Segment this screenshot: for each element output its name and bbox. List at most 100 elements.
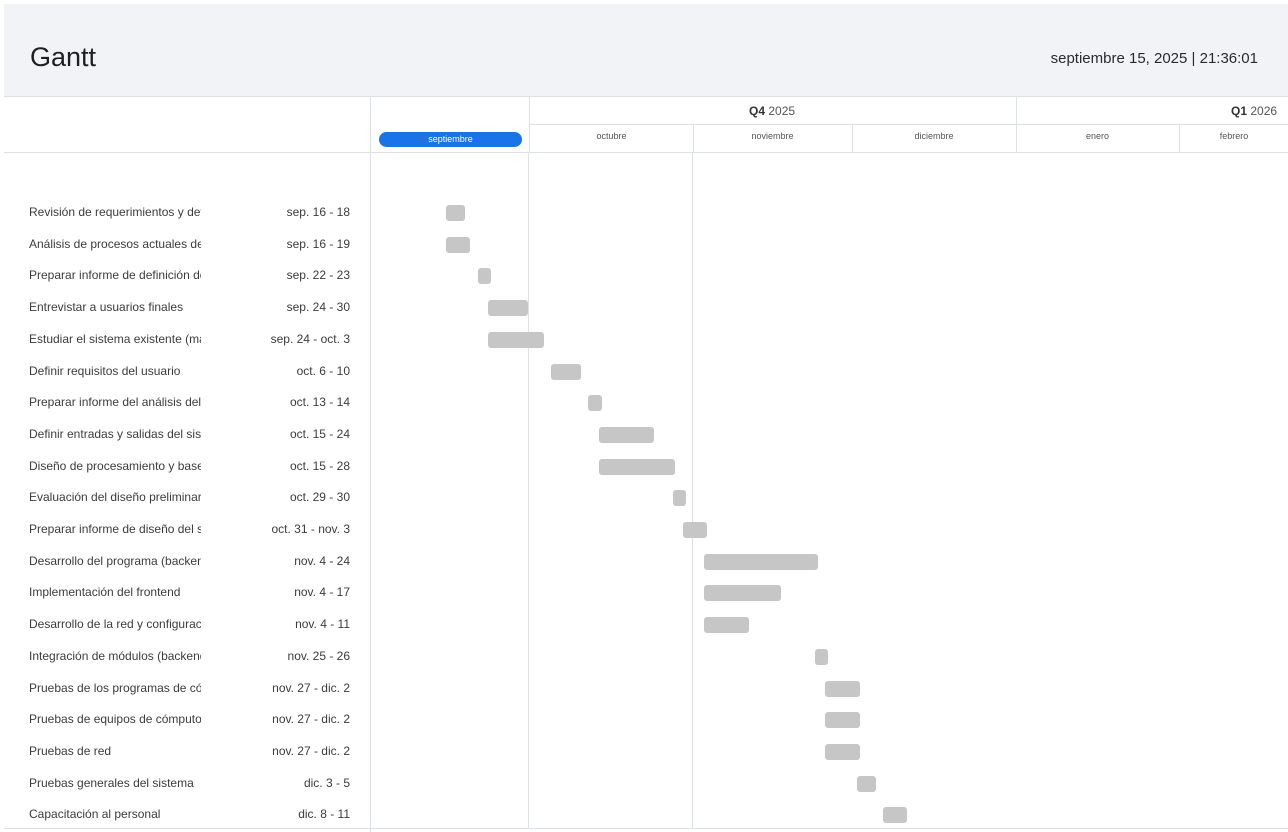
task-dates: sep. 24 - oct. 3 bbox=[270, 331, 350, 346]
task-row[interactable]: Implementación del frontend nov. 4 - 17 bbox=[0, 577, 370, 609]
task-bar[interactable] bbox=[825, 680, 860, 697]
quarter-q1-name: Q1 bbox=[1231, 104, 1248, 118]
task-name[interactable]: Definir entradas y salidas del sistema bbox=[29, 427, 201, 441]
task-bar[interactable] bbox=[477, 268, 491, 285]
task-name[interactable]: Capacitación al personal bbox=[29, 807, 201, 821]
task-dates: oct. 13 - 14 bbox=[289, 395, 350, 410]
task-row[interactable]: Revisión de requerimientos y definición … bbox=[0, 197, 370, 229]
task-name[interactable]: Integración de módulos (backend y fronte… bbox=[29, 649, 201, 663]
quarter-separator bbox=[1016, 97, 1017, 153]
task-row[interactable]: Integración de módulos (backend y fronte… bbox=[0, 641, 370, 673]
app-header: Gantt septiembre 15, 2025 | 21:36:01 bbox=[4, 4, 1288, 97]
task-name[interactable]: Pruebas generales del sistema bbox=[29, 776, 201, 790]
task-bar[interactable] bbox=[704, 585, 781, 602]
quarter-q4-label: Q4 2025 bbox=[749, 104, 795, 118]
task-dates: nov. 27 - dic. 2 bbox=[272, 712, 350, 727]
task-bar[interactable] bbox=[825, 712, 860, 729]
quarter-q1-label: Q1 2026 bbox=[1231, 104, 1277, 118]
task-bar[interactable] bbox=[446, 205, 465, 221]
task-column-divider bbox=[370, 153, 371, 832]
task-dates: nov. 4 - 17 bbox=[294, 585, 350, 600]
task-row[interactable]: Pruebas generales del sistema dic. 3 - 5 bbox=[0, 768, 370, 800]
task-row[interactable]: Definir requisitos del usuario oct. 6 - 1… bbox=[0, 356, 370, 388]
quarter-q4-year: 2025 bbox=[768, 104, 796, 118]
task-name[interactable]: Pruebas de red bbox=[29, 744, 201, 758]
task-row[interactable]: Definir entradas y salidas del sistema oc… bbox=[0, 419, 370, 451]
grid-line-noviembre bbox=[692, 153, 693, 828]
task-dates: sep. 22 - 23 bbox=[286, 268, 350, 283]
task-bar[interactable] bbox=[588, 395, 602, 412]
page-title: Gantt bbox=[30, 42, 97, 72]
quarter-separator bbox=[529, 97, 530, 153]
task-bar[interactable] bbox=[446, 236, 470, 253]
timeline-header: Q4 2025 Q1 2026 septiembre octubre novie… bbox=[370, 97, 1288, 153]
task-dates: nov. 4 - 24 bbox=[294, 553, 350, 568]
task-bar[interactable] bbox=[704, 617, 750, 634]
month-noviembre[interactable]: noviembre bbox=[693, 131, 852, 141]
task-name[interactable]: Preparar informe de definición del proye… bbox=[29, 268, 201, 282]
task-dates: sep. 16 - 19 bbox=[286, 236, 350, 251]
task-name[interactable]: Diseño de procesamiento y base de datos bbox=[29, 459, 201, 473]
task-name[interactable]: Desarrollo del programa (backend) bbox=[29, 554, 201, 568]
month-febrero[interactable]: febrero bbox=[1179, 131, 1288, 141]
task-name[interactable]: Pruebas de los programas de cómputo bbox=[29, 681, 201, 695]
task-name[interactable]: Revisión de requerimientos y definición … bbox=[29, 205, 201, 219]
task-dates: oct. 29 - 30 bbox=[289, 490, 350, 505]
task-bar[interactable] bbox=[598, 426, 655, 443]
task-name[interactable]: Estudiar el sistema existente (manual) bbox=[29, 332, 201, 346]
task-row[interactable]: Análisis de procesos actuales del negoci… bbox=[0, 229, 370, 261]
month-septiembre[interactable]: septiembre bbox=[379, 132, 522, 147]
task-dates: nov. 27 - dic. 2 bbox=[272, 680, 350, 695]
task-row[interactable]: Desarrollo de la red y configuración nov.… bbox=[0, 609, 370, 641]
task-dates: sep. 24 - 30 bbox=[286, 300, 350, 315]
task-bar[interactable] bbox=[857, 775, 876, 792]
task-name[interactable]: Implementación del frontend bbox=[29, 585, 201, 599]
task-name[interactable]: Definir requisitos del usuario bbox=[29, 364, 201, 378]
task-row[interactable]: Diseño de procesamiento y base de datos o… bbox=[0, 451, 370, 483]
month-diciembre[interactable]: diciembre bbox=[852, 131, 1016, 141]
task-bar[interactable] bbox=[704, 553, 818, 570]
task-dates: oct. 31 - nov. 3 bbox=[271, 522, 351, 536]
task-dates: nov. 4 - 11 bbox=[295, 617, 350, 632]
task-row[interactable]: Capacitación al personal dic. 8 - 11 bbox=[0, 799, 370, 831]
task-name[interactable]: Preparar informe del análisis del sistem… bbox=[29, 395, 201, 409]
task-dates: nov. 27 - dic. 2 bbox=[272, 743, 350, 758]
quarter-q4-name: Q4 bbox=[749, 104, 766, 118]
task-bar[interactable] bbox=[683, 522, 707, 538]
task-name[interactable]: Evaluación del diseño preliminar bbox=[29, 490, 201, 504]
task-name[interactable]: Preparar informe de diseño del sistema bbox=[29, 522, 201, 536]
task-dates: oct. 15 - 24 bbox=[289, 426, 350, 441]
task-dates: sep. 16 - 18 bbox=[286, 205, 350, 219]
task-row[interactable]: Pruebas de los programas de cómputo nov. … bbox=[0, 673, 370, 705]
task-name[interactable]: Desarrollo de la red y configuración bbox=[29, 617, 201, 631]
month-octubre[interactable]: octubre bbox=[530, 131, 693, 141]
task-row[interactable]: Preparar informe de definición del proye… bbox=[0, 260, 370, 292]
task-row[interactable]: Estudiar el sistema existente (manual) se… bbox=[0, 324, 370, 356]
task-bar[interactable] bbox=[672, 490, 686, 507]
task-name[interactable]: Análisis de procesos actuales del negoci… bbox=[29, 237, 201, 251]
task-dates: nov. 25 - 26 bbox=[287, 648, 350, 663]
task-bar[interactable] bbox=[883, 807, 908, 824]
task-bar[interactable] bbox=[825, 743, 860, 760]
task-name[interactable]: Entrevistar a usuarios finales bbox=[29, 300, 201, 314]
current-datetime: septiembre 15, 2025 | 21:36:01 bbox=[1050, 50, 1258, 67]
task-row[interactable]: Pruebas de red nov. 27 - dic. 2 bbox=[0, 736, 370, 768]
task-bar[interactable] bbox=[598, 458, 676, 475]
task-row[interactable]: Pruebas de equipos de cómputo nov. 27 - d… bbox=[0, 704, 370, 736]
task-bar[interactable] bbox=[551, 363, 581, 380]
task-bar[interactable] bbox=[488, 300, 528, 317]
quarter-divider bbox=[530, 124, 1288, 125]
task-row[interactable]: Preparar informe del análisis del sistem… bbox=[0, 387, 370, 419]
task-dates: oct. 6 - 10 bbox=[296, 363, 350, 378]
task-name[interactable]: Pruebas de equipos de cómputo bbox=[29, 712, 201, 726]
task-dates: dic. 3 - 5 bbox=[303, 775, 350, 790]
task-row[interactable]: Preparar informe de diseño del sistema oc… bbox=[0, 514, 370, 546]
task-row[interactable]: Evaluación del diseño preliminar oct. 29 … bbox=[0, 482, 370, 514]
task-row[interactable]: Desarrollo del programa (backend) nov. 4 … bbox=[0, 546, 370, 578]
task-bar[interactable] bbox=[814, 648, 829, 665]
month-enero[interactable]: enero bbox=[1016, 131, 1179, 141]
task-bar[interactable] bbox=[488, 331, 544, 348]
task-row[interactable]: Entrevistar a usuarios finales sep. 24 - … bbox=[0, 292, 370, 324]
quarter-q1-year: 2026 bbox=[1250, 104, 1278, 118]
task-dates: dic. 8 - 11 bbox=[298, 807, 350, 822]
